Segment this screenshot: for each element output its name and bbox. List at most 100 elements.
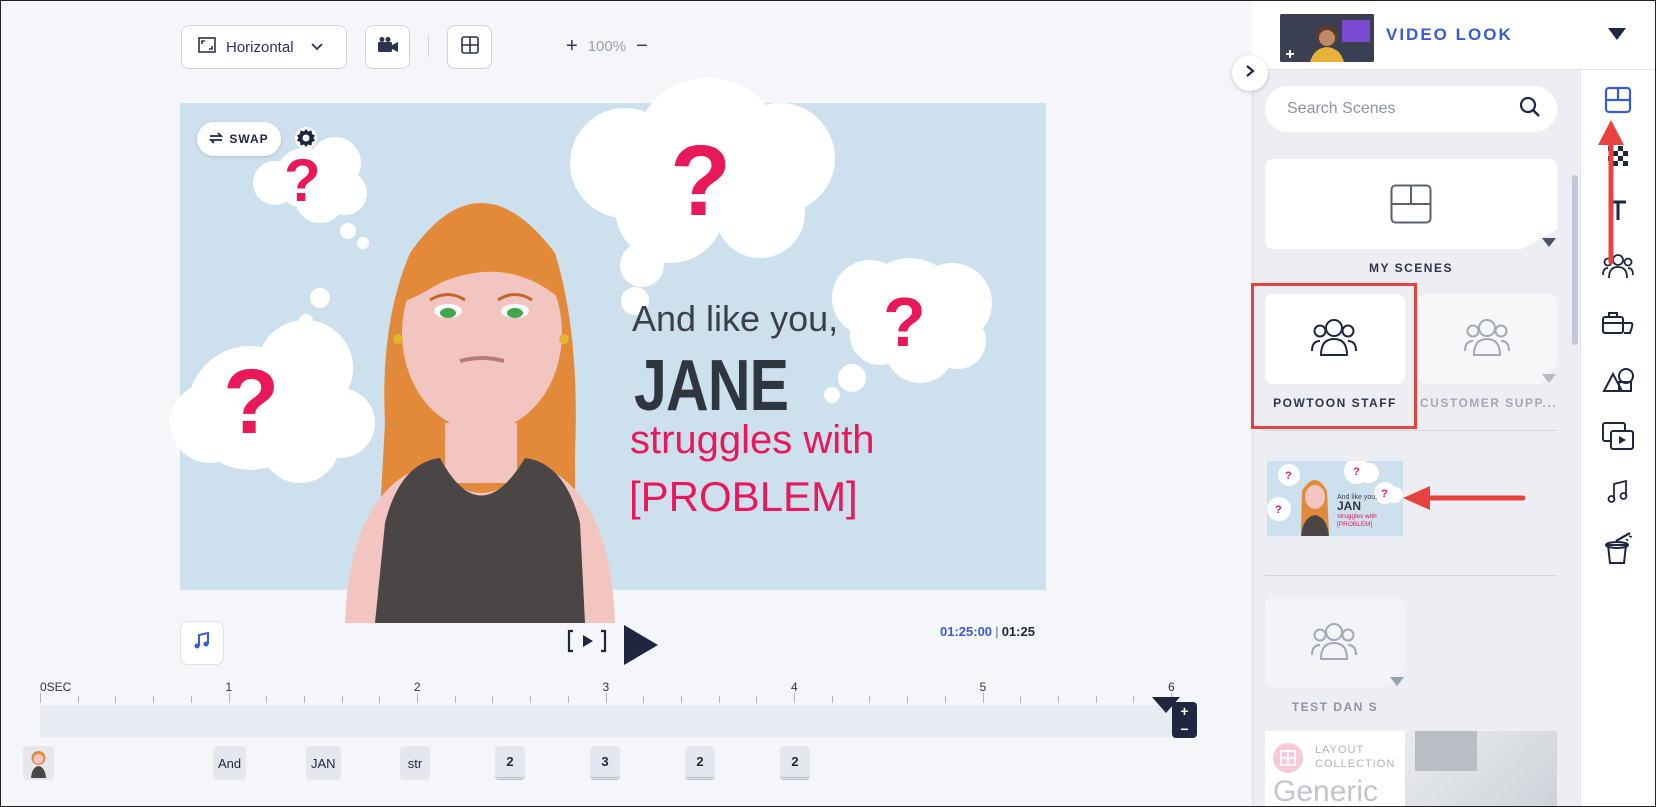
ruler-tick <box>190 696 192 703</box>
music-button[interactable] <box>180 621 224 665</box>
thumb-line-2: JAN <box>1337 499 1361 513</box>
timeline-track[interactable] <box>40 705 1195 737</box>
characters-icon[interactable] <box>1600 248 1636 284</box>
test-dan-s-expand-icon[interactable] <box>1390 677 1404 686</box>
search-scenes-input[interactable]: Search Scenes <box>1265 86 1557 132</box>
layout-collection-icon <box>1273 743 1303 773</box>
people-icon <box>1310 621 1358 666</box>
layout-collection-card[interactable]: LAYOUT COLLECTION Generic <box>1265 731 1557 807</box>
timeline-element-chip[interactable]: JAN <box>306 746 341 780</box>
annotation-highlight-box <box>1251 283 1417 429</box>
ruler-tick <box>303 696 305 703</box>
camera-button[interactable] <box>365 25 410 69</box>
zoom-in-icon[interactable]: + <box>566 36 578 56</box>
question-mark-top: ? <box>670 125 731 237</box>
thumb-question-mark: ? <box>1285 470 1292 482</box>
ruler-label: 0SEC <box>40 680 72 694</box>
timeline-element-chip[interactable]: And <box>213 746 247 780</box>
headline-line-1[interactable]: And like you, <box>632 298 838 340</box>
ruler-tick <box>115 696 117 703</box>
grid-button[interactable] <box>447 25 492 69</box>
ruler-tick <box>794 693 795 703</box>
layout-collection-name: Generic <box>1273 775 1379 807</box>
ruler-tick <box>1095 696 1097 703</box>
ruler-tick <box>530 696 532 703</box>
shapes-icon[interactable] <box>1600 362 1636 398</box>
zoom-control: + 100% − <box>566 36 648 56</box>
scene-settings-button[interactable] <box>290 124 322 156</box>
gear-icon <box>293 125 319 156</box>
orientation-label: Horizontal <box>226 38 294 56</box>
text-icon[interactable] <box>1600 192 1636 228</box>
preview-scene-button[interactable] <box>566 628 608 660</box>
customer-support-expand-icon[interactable] <box>1542 374 1556 383</box>
ruler-tick <box>77 696 79 703</box>
minus-icon[interactable]: − <box>1180 722 1188 736</box>
chevron-down-icon <box>310 39 324 56</box>
swap-label: SWAP <box>229 132 269 146</box>
thumb-line-3: struggles with <box>1337 513 1377 520</box>
time-display: 01:25:00 | 01:25 <box>940 624 1035 639</box>
ruler-tick <box>153 696 155 703</box>
props-icon[interactable] <box>1600 305 1636 341</box>
thumb-question-mark: ? <box>1275 504 1282 516</box>
ruler-tick <box>567 696 569 703</box>
magic-hat-icon[interactable] <box>1600 530 1636 566</box>
play-button[interactable] <box>620 623 660 667</box>
collapse-panel-button[interactable] <box>1232 55 1268 91</box>
scene-canvas[interactable]: ? ? ? ? <box>170 78 1046 623</box>
ruler-label: 4 <box>791 680 798 694</box>
search-icon[interactable] <box>1519 96 1541 123</box>
headline-line-4[interactable]: [PROBLEM] <box>629 473 858 521</box>
timeline-element-chip[interactable]: 2 <box>780 746 810 780</box>
caret-down-icon[interactable] <box>1608 28 1626 40</box>
orientation-dropdown[interactable]: Horizontal <box>181 25 347 69</box>
ruler-tick <box>1133 696 1135 703</box>
ruler-tick <box>266 696 268 703</box>
aspect-ratio-icon <box>198 37 216 57</box>
swap-icon <box>209 131 224 147</box>
camera-icon <box>377 36 399 59</box>
layout-icon <box>1390 184 1432 229</box>
swap-button[interactable]: SWAP <box>197 122 281 156</box>
panel-divider <box>1265 575 1557 576</box>
thumb-question-mark: ? <box>1353 466 1360 478</box>
background-icon[interactable] <box>1600 138 1636 174</box>
play-icon <box>620 625 660 671</box>
zoom-out-icon[interactable]: − <box>636 36 648 56</box>
panel-divider <box>1265 430 1557 431</box>
plus-icon[interactable]: + <box>1180 704 1188 718</box>
layout-icon[interactable] <box>1600 82 1636 118</box>
media-icon[interactable] <box>1600 418 1636 454</box>
headline-name[interactable]: JANE <box>634 345 789 427</box>
ruler-tick <box>417 693 418 703</box>
layout-collection-block <box>1415 731 1477 771</box>
video-look-title[interactable]: VIDEO LOOK <box>1386 25 1513 45</box>
headline-line-3[interactable]: struggles with <box>630 418 875 463</box>
preview-icon <box>567 628 607 660</box>
question-mark-small: ? <box>284 147 321 214</box>
layout-collection-line1: LAYOUT <box>1315 744 1365 756</box>
timeline-element-chip[interactable]: str <box>400 746 430 780</box>
timeline-character-chip[interactable] <box>23 746 54 780</box>
timeline-zoom-control[interactable]: + − <box>1172 702 1197 738</box>
timeline-element-chip[interactable]: 3 <box>590 746 620 780</box>
ruler-tick <box>454 696 456 703</box>
total-time: 01:25 <box>1001 624 1035 639</box>
ruler-label: 3 <box>602 680 610 694</box>
ruler-tick <box>1020 696 1022 703</box>
ruler-tick <box>643 696 645 703</box>
scene-thumbnail[interactable]: ? ? ? ? And like you, JAN struggles with… <box>1267 461 1403 536</box>
timeline-ruler: 0SEC 1 2 3 4 5 6 <box>40 680 1175 706</box>
ruler-tick <box>907 696 909 703</box>
video-look-thumbnail[interactable] <box>1280 14 1374 62</box>
music-icon[interactable] <box>1600 474 1636 510</box>
panel-scrollbar[interactable] <box>1572 175 1578 345</box>
timeline-element-chip[interactable]: 2 <box>685 746 715 780</box>
ruler-label: 6 <box>1168 680 1175 694</box>
thumb-question-mark: ? <box>1381 488 1388 500</box>
timeline-element-chip[interactable]: 2 <box>495 746 525 780</box>
ruler-tick <box>379 696 381 703</box>
my-scenes-expand-icon[interactable] <box>1542 238 1556 247</box>
ruler-tick <box>680 696 682 703</box>
